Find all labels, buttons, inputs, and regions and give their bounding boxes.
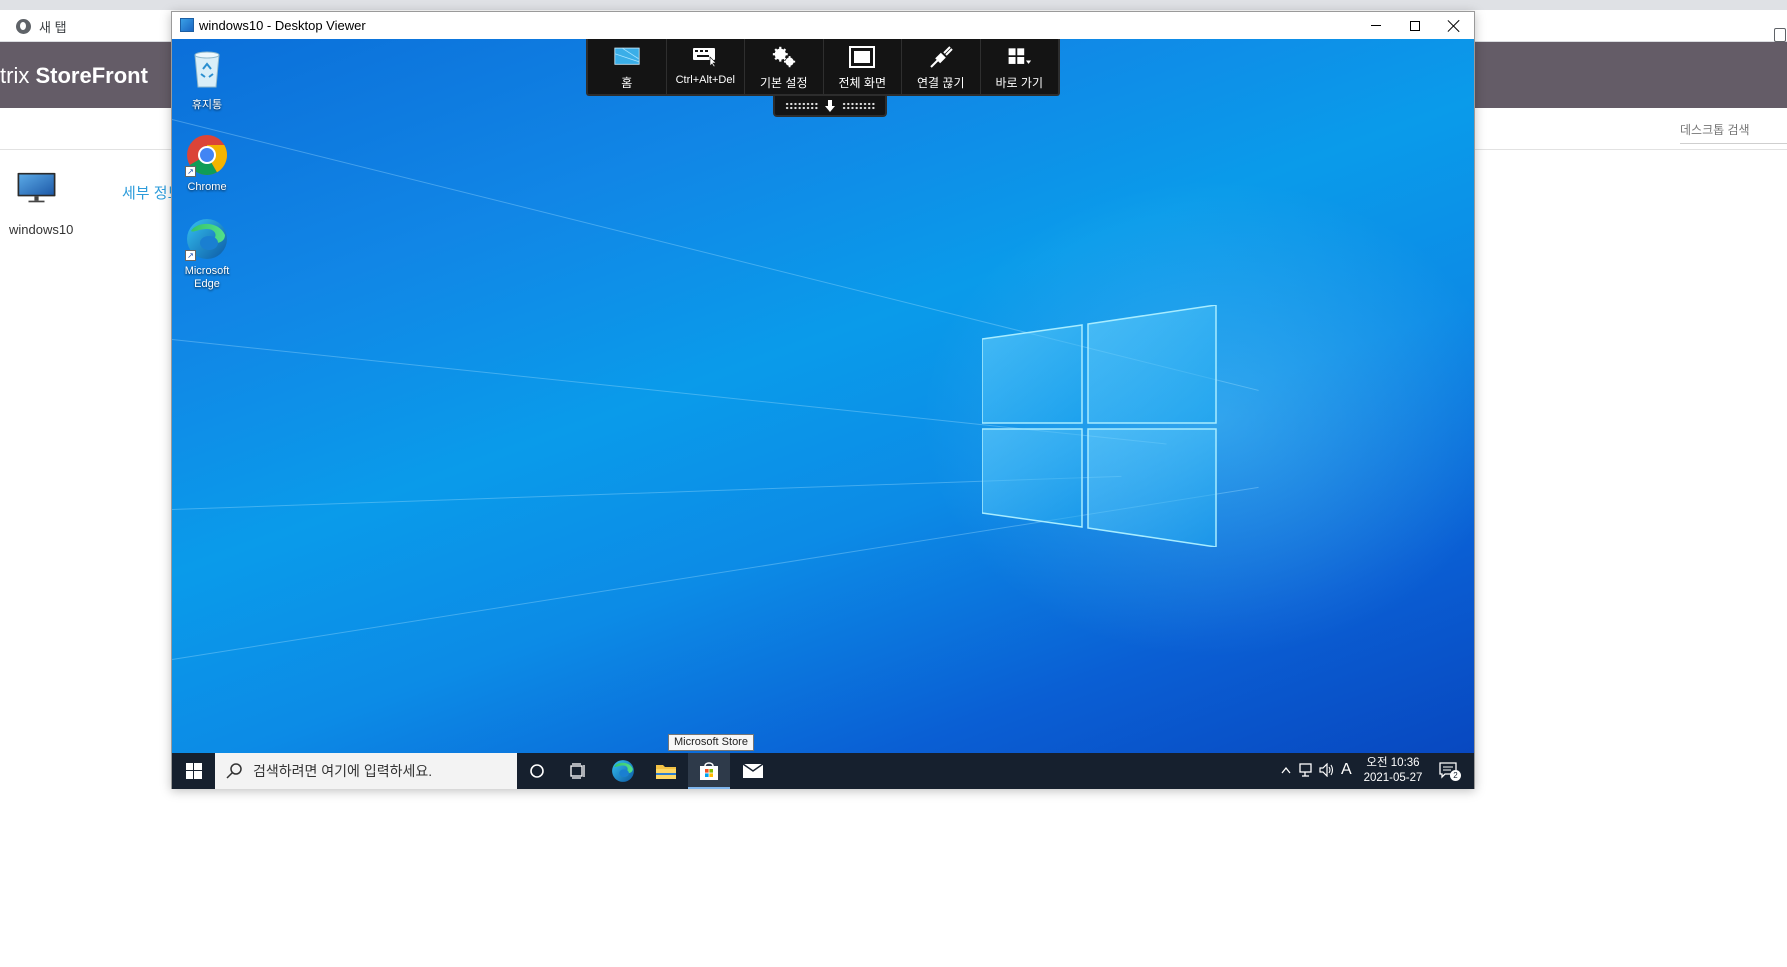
toolbar-label: 전체 화면 [838, 76, 887, 90]
bookmark-new-tab[interactable]: 새 탭 [16, 17, 67, 36]
toolbar-label: Ctrl+Alt+Del [675, 74, 735, 86]
bookmark-label: 새 탭 [39, 20, 67, 35]
shortcut-arrow-icon: ↗ [185, 250, 196, 261]
start-button[interactable] [172, 753, 215, 789]
globe-icon [16, 19, 31, 34]
wallpaper-beam [172, 475, 1122, 510]
toolbar-fullscreen-button[interactable]: 전체 화면 [824, 39, 902, 94]
desktop-viewer-icon [180, 18, 194, 32]
taskbar-mail-button[interactable] [732, 753, 774, 789]
taskbar-tooltip: Microsoft Store [668, 734, 754, 751]
desktop-search-input[interactable]: 데스크톱 검색 [1680, 121, 1787, 138]
mail-icon [742, 763, 764, 778]
desktop-icon-chrome[interactable]: ↗ Chrome [173, 133, 241, 194]
shortcut-arrow-icon: ↗ [185, 166, 196, 177]
notification-badge: 2 [1450, 770, 1461, 781]
plug-icon [928, 45, 954, 69]
grip-dots [785, 101, 818, 110]
grid-icon [1006, 45, 1032, 69]
keyboard-icon [692, 45, 718, 69]
citrix-toolbar: 홈 Ctrl+Alt+Del 기본 설정 전체 화면 연결 끊기 바로 가기 [586, 39, 1060, 96]
windows-start-icon [185, 763, 202, 779]
notification-center-icon[interactable]: 2 [1439, 762, 1461, 783]
taskbar: 검색하려면 여기에 입력하세요. A 오전 10:36 2021-05-27 2 [172, 753, 1474, 789]
close-button[interactable] [1434, 12, 1474, 39]
icon-label: Edge [194, 278, 220, 290]
desktop-viewer-window: windows10 - Desktop Viewer 휴지통 ↗ Chrome … [171, 11, 1475, 789]
icon-label: Microsoft [184, 265, 230, 277]
grip-dots [842, 101, 875, 110]
system-tray: A 오전 10:36 2021-05-27 2 [1278, 753, 1474, 789]
window-title: windows10 - Desktop Viewer [199, 18, 366, 33]
maximize-button[interactable] [1395, 12, 1435, 39]
toolbar-home-button[interactable]: 홈 [588, 39, 667, 94]
desktop-icon-recycle-bin[interactable]: 휴지통 [173, 47, 241, 112]
edge-icon: ↗ [185, 217, 229, 261]
taskbar-store-button[interactable] [688, 753, 730, 789]
volume-icon[interactable] [1319, 762, 1335, 780]
toolbar-label: 기본 설정 [760, 76, 808, 90]
clock-date: 2021-05-27 [1363, 772, 1423, 784]
fullscreen-icon [849, 45, 876, 69]
cortana-circle-icon [530, 764, 544, 778]
chevron-up-icon[interactable] [1281, 763, 1291, 777]
minimize-button[interactable] [1356, 12, 1396, 39]
taskbar-file-explorer-button[interactable] [645, 753, 687, 789]
desktop-icon-edge[interactable]: ↗ Microsoft Edge [173, 217, 241, 291]
icon-label: Chrome [187, 181, 227, 193]
network-icon[interactable] [1299, 763, 1315, 780]
edge-icon [612, 760, 634, 782]
remote-desktop[interactable]: 휴지통 ↗ Chrome ↗ Microsoft Edge 홈 Ctrl+Alt… [172, 39, 1474, 753]
ime-indicator[interactable]: A [1341, 761, 1352, 779]
windows-logo [982, 305, 1217, 547]
app-name-windows10[interactable]: windows10 [9, 222, 73, 237]
toolbar-collapse-handle[interactable] [773, 96, 887, 117]
toolbar-disconnect-button[interactable]: 연결 끊기 [902, 39, 981, 94]
task-view-icon [570, 763, 585, 779]
toolbar-label: 연결 끊기 [917, 76, 965, 90]
taskbar-search-input[interactable]: 검색하려면 여기에 입력하세요. [215, 753, 517, 789]
toolbar-label: 바로 가기 [995, 76, 1044, 90]
arrow-down-icon [825, 99, 835, 112]
toolbar-preferences-button[interactable]: 기본 설정 [745, 39, 824, 94]
chrome-icon: ↗ [185, 133, 229, 177]
taskbar-clock[interactable]: 오전 10:36 2021-05-27 [1358, 756, 1428, 786]
window-titlebar[interactable]: windows10 - Desktop Viewer [172, 12, 1474, 39]
reading-list-icon[interactable] [1774, 28, 1786, 42]
toolbar-label: 홈 [621, 76, 633, 90]
desktop-monitor-icon[interactable] [13, 172, 60, 204]
icon-label: 휴지통 [191, 99, 223, 111]
toolbar-ctrl-alt-del-button[interactable]: Ctrl+Alt+Del [667, 39, 745, 94]
minimize-icon [1371, 25, 1381, 26]
gears-icon [771, 45, 797, 69]
toolbar-shortcuts-button[interactable]: 바로 가기 [981, 39, 1059, 94]
taskbar-edge-button[interactable] [602, 753, 644, 789]
close-icon [1448, 20, 1460, 32]
search-underline [1680, 143, 1787, 144]
store-bag-icon [700, 762, 718, 780]
recycle-bin-icon [194, 51, 220, 88]
search-placeholder: 검색하려면 여기에 입력하세요. [253, 763, 433, 779]
maximize-icon [1410, 20, 1420, 31]
task-view-button[interactable] [558, 753, 600, 789]
browser-tab-strip [0, 0, 1787, 10]
cortana-button[interactable] [516, 753, 558, 789]
folder-icon [656, 765, 676, 779]
clock-time: 오전 10:36 [1366, 757, 1420, 769]
monitor-home-icon [614, 45, 640, 69]
search-icon [226, 763, 242, 779]
storefront-brand: trix StoreFront [0, 63, 148, 88]
